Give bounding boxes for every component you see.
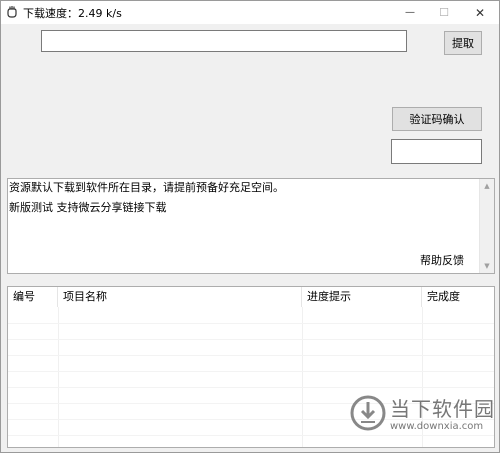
table-row-divider (8, 355, 494, 356)
help-feedback-link[interactable]: 帮助反馈 (420, 252, 464, 268)
maximize-icon: ☐ (439, 6, 449, 19)
watermark-url: www.downxia.com (390, 421, 484, 432)
title-bar: 下载速度：2.49 k/s — ☐ ✕ (1, 1, 499, 24)
captcha-code-input[interactable] (391, 139, 482, 164)
minimize-icon: — (405, 7, 415, 18)
scroll-down-arrow-icon[interactable]: ▼ (480, 259, 494, 273)
log-line-version-notice: 新版测试 支持微云分享链接下载 (9, 201, 167, 214)
log-scrollbar[interactable]: ▲ ▼ (479, 179, 494, 273)
main-window: 下载速度：2.49 k/s — ☐ ✕ 提取 验证码确认 资源默认下载到软件所在… (0, 0, 500, 453)
downxia-logo-icon (350, 395, 386, 431)
close-icon: ✕ (474, 5, 486, 20)
message-log[interactable]: 资源默认下载到软件所在目录，请提前预备好充足空间。 新版测试 支持微云分享链接下… (7, 178, 495, 274)
captcha-confirm-label: 验证码确认 (409, 113, 465, 126)
close-button[interactable]: ✕ (463, 1, 497, 24)
maximize-button[interactable]: ☐ (427, 1, 461, 24)
column-divider (302, 307, 303, 447)
table-row-divider (8, 323, 494, 324)
column-header-completion[interactable]: 完成度 (422, 287, 494, 307)
column-header-number[interactable]: 编号 (8, 287, 58, 307)
extract-button-label: 提取 (452, 37, 474, 50)
column-header-progress-hint[interactable]: 进度提示 (302, 287, 422, 307)
log-line-storage-notice: 资源默认下载到软件所在目录，请提前预备好充足空间。 (9, 181, 284, 194)
site-watermark: 当下软件园 www.downxia.com (350, 391, 494, 441)
column-divider (58, 307, 59, 447)
watermark-text: 当下软件园 (390, 397, 495, 421)
hand-app-icon (5, 5, 19, 19)
share-link-input[interactable] (41, 30, 407, 52)
window-title: 下载速度：2.49 k/s (23, 7, 122, 20)
table-row-divider (8, 387, 494, 388)
column-header-project-name[interactable]: 项目名称 (58, 287, 302, 307)
captcha-confirm-button[interactable]: 验证码确认 (392, 107, 482, 131)
table-row-divider (8, 339, 494, 340)
minimize-button[interactable]: — (393, 1, 427, 24)
scroll-up-arrow-icon[interactable]: ▲ (480, 179, 494, 193)
table-row-divider (8, 371, 494, 372)
extract-button[interactable]: 提取 (444, 31, 482, 55)
